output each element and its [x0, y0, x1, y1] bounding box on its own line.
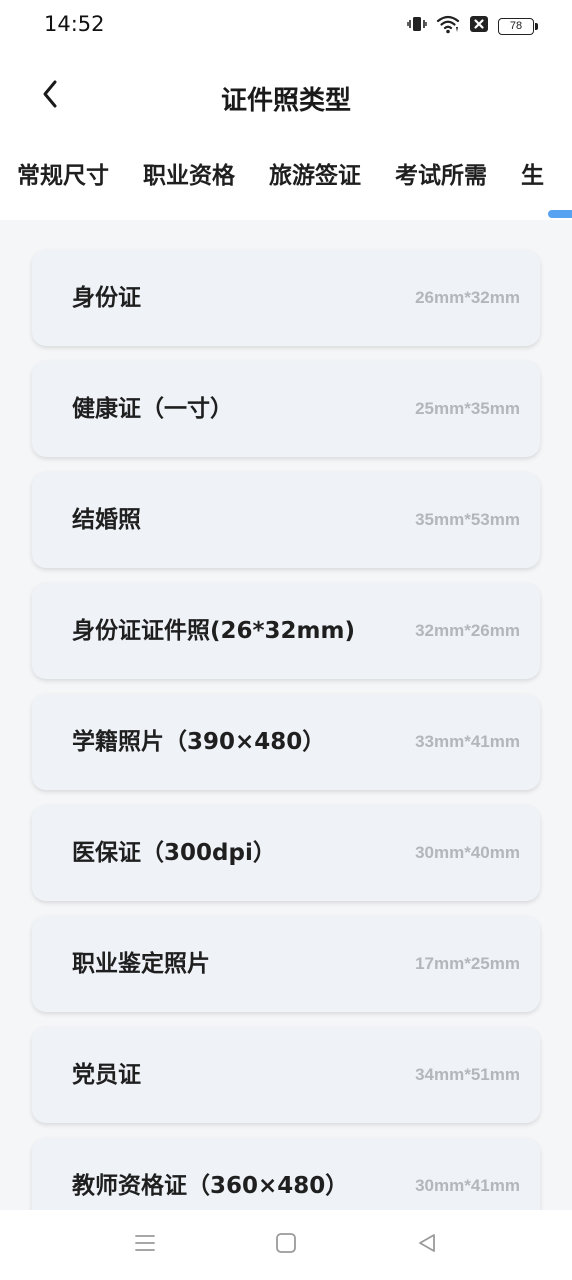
photo-type-list: 身份证 26mm*32mm 健康证（一寸） 25mm*35mm 结婚照 35mm…	[32, 250, 540, 1249]
active-tab-indicator	[548, 210, 572, 218]
photo-type-item[interactable]: 党员证 34mm*51mm	[32, 1027, 540, 1123]
status-bar: 14:52 78	[0, 0, 572, 52]
page-title: 证件照类型	[220, 86, 351, 116]
photo-type-item[interactable]: 身份证 26mm*32mm	[32, 250, 540, 346]
photo-type-name: 身份证	[72, 285, 141, 311]
photo-type-item[interactable]: 职业鉴定照片 17mm*25mm	[32, 916, 540, 1012]
photo-type-size: 32mm*26mm	[415, 621, 520, 640]
photo-type-size: 34mm*51mm	[415, 1065, 520, 1084]
tab-regular-size[interactable]: 常规尺寸	[17, 156, 109, 200]
app-header: 证件照类型 常规尺寸 职业资格 旅游签证 考试所需 生	[0, 52, 572, 220]
status-icons: 78	[407, 14, 538, 38]
home-square-icon	[274, 1231, 298, 1259]
tab-exam-required[interactable]: 考试所需	[395, 156, 487, 200]
system-nav-bar	[0, 1210, 572, 1280]
photo-type-item[interactable]: 医保证（300dpi） 30mm*40mm	[32, 805, 540, 901]
home-button[interactable]	[273, 1232, 299, 1258]
photo-type-size: 25mm*35mm	[415, 399, 520, 418]
vibrate-icon	[407, 14, 427, 38]
photo-type-name: 身份证证件照(26*32mm)	[72, 618, 355, 644]
photo-type-size: 17mm*25mm	[415, 954, 520, 973]
tab-professional-qualification[interactable]: 职业资格	[143, 156, 235, 200]
back-triangle-icon	[415, 1231, 439, 1259]
tab-life[interactable]: 生	[521, 156, 544, 200]
photo-type-item[interactable]: 结婚照 35mm*53mm	[32, 472, 540, 568]
photo-type-size: 26mm*32mm	[415, 288, 520, 307]
status-time: 14:52	[44, 12, 105, 36]
photo-type-name: 健康证（一寸）	[72, 396, 233, 422]
category-tabs: 常规尺寸 职业资格 旅游签证 考试所需 生	[17, 156, 544, 200]
menu-icon	[133, 1231, 157, 1259]
photo-type-size: 35mm*53mm	[415, 510, 520, 529]
menu-button[interactable]	[132, 1232, 158, 1258]
photo-type-name: 党员证	[72, 1062, 141, 1088]
tab-travel-visa[interactable]: 旅游签证	[269, 156, 361, 200]
photo-type-item[interactable]: 身份证证件照(26*32mm) 32mm*26mm	[32, 583, 540, 679]
photo-type-item[interactable]: 学籍照片（390×480） 33mm*41mm	[32, 694, 540, 790]
photo-type-name: 医保证（300dpi）	[72, 840, 276, 866]
photo-type-name: 学籍照片（390×480）	[72, 729, 326, 755]
photo-type-item[interactable]: 健康证（一寸） 25mm*35mm	[32, 361, 540, 457]
wifi-icon	[436, 14, 460, 38]
back-nav-button[interactable]	[414, 1232, 440, 1258]
photo-type-size: 30mm*40mm	[415, 843, 520, 862]
sim-blocked-icon	[469, 14, 489, 38]
photo-type-name: 结婚照	[72, 507, 141, 533]
photo-type-size: 33mm*41mm	[415, 732, 520, 751]
battery-icon: 78	[498, 17, 538, 35]
photo-type-name: 职业鉴定照片	[72, 951, 210, 977]
